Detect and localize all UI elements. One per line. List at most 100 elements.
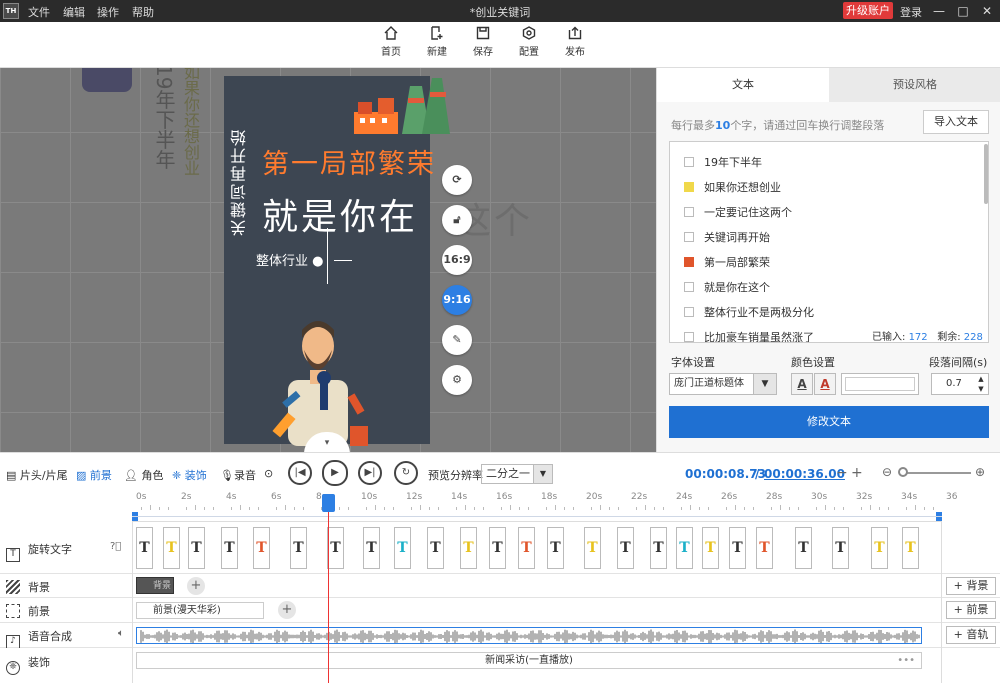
- rotate-text-clip[interactable]: T: [188, 527, 205, 569]
- upgrade-button[interactable]: 升级账户: [843, 2, 893, 19]
- rotate-text-clip[interactable]: T: [253, 527, 270, 569]
- decoration-clip[interactable]: 新闻采访(一直播放) •••: [136, 652, 922, 669]
- line-checkbox[interactable]: [684, 307, 694, 317]
- rotate-text-clip[interactable]: T: [221, 527, 238, 569]
- duration-plus-icon[interactable]: +: [851, 465, 863, 481]
- ratio-16-9-button[interactable]: 16:9: [442, 245, 472, 275]
- rotate-text-clip[interactable]: T: [518, 527, 535, 569]
- record-button[interactable]: 🎙︎录音: [220, 467, 256, 483]
- line-checkbox[interactable]: [684, 257, 694, 267]
- rotate-text-clip[interactable]: T: [547, 527, 564, 569]
- text-line-item[interactable]: 19年下半年: [684, 154, 762, 174]
- character-button[interactable]: 👤︎ 角色: [124, 467, 163, 483]
- rotate-text-clip[interactable]: T: [489, 527, 506, 569]
- rotate-text-clip[interactable]: T: [702, 527, 719, 569]
- playhead-handle[interactable]: [322, 494, 335, 512]
- config-button[interactable]: 配置: [509, 26, 549, 58]
- login-link[interactable]: 登录: [900, 4, 922, 20]
- text-line-item[interactable]: 第一局部繁荣: [684, 254, 770, 274]
- add-foreground-button[interactable]: + 前景: [946, 601, 996, 619]
- rotate-text-clip[interactable]: T: [327, 527, 344, 569]
- tab-text[interactable]: 文本: [657, 68, 829, 102]
- rotate-text-clip[interactable]: T: [832, 527, 849, 569]
- rotate-text-clip[interactable]: T: [163, 527, 180, 569]
- rotate-text-clip[interactable]: T: [363, 527, 380, 569]
- replay-button[interactable]: ↻: [394, 461, 418, 485]
- prev-button[interactable]: |◀: [288, 461, 312, 485]
- add-audio-button[interactable]: + 音轨: [946, 626, 996, 644]
- rotate-text-clip[interactable]: T: [650, 527, 667, 569]
- rotate-text-clip[interactable]: T: [584, 527, 601, 569]
- rotate-text-clip[interactable]: T: [902, 527, 919, 569]
- rotate-text-clip[interactable]: T: [729, 527, 746, 569]
- help-icon[interactable]: ?⃝: [110, 541, 121, 552]
- stroke-color-icon[interactable]: A: [814, 373, 836, 395]
- add-background-button[interactable]: + 背景: [946, 577, 996, 595]
- rotate-text-clip[interactable]: T: [394, 527, 411, 569]
- list-scrollbar[interactable]: [984, 144, 988, 204]
- line-checkbox[interactable]: [684, 182, 694, 192]
- add-foreground-clip-icon[interactable]: +: [278, 601, 296, 619]
- play-button[interactable]: ▶: [322, 460, 348, 486]
- rotate-text-clip[interactable]: T: [290, 527, 307, 569]
- edit-button[interactable]: ✎: [442, 325, 472, 355]
- rotate-text-clip[interactable]: T: [795, 527, 812, 569]
- text-line-item[interactable]: 一定要记住这两个: [684, 204, 792, 224]
- rotate-text-clip[interactable]: T: [136, 527, 153, 569]
- text-color-icon[interactable]: A: [791, 373, 813, 395]
- decoration-button[interactable]: ❈ 装饰: [172, 467, 207, 483]
- head-tail-button[interactable]: ▤ 片头/片尾: [6, 467, 68, 483]
- preview-canvas[interactable]: 19年下半年 如果你还想创业 关键词再开始 第一局部繁荣 就是你在 这个 整体行…: [0, 68, 656, 452]
- text-line-item[interactable]: 就是你在这个: [684, 279, 770, 299]
- close-icon[interactable]: ✕: [978, 2, 996, 20]
- text-line-item[interactable]: 关键词再开始: [684, 229, 770, 249]
- zoom-in-icon[interactable]: ⊕: [975, 465, 985, 479]
- text-line-item[interactable]: 如果你还想创业: [684, 179, 781, 199]
- spacing-stepper-icon[interactable]: ▲ ▼: [975, 374, 987, 394]
- foreground-button[interactable]: ▨ 前景: [76, 467, 112, 483]
- rotate-text-clip[interactable]: T: [756, 527, 773, 569]
- next-button[interactable]: ▶|: [358, 461, 382, 485]
- foreground-clip[interactable]: 前景(漫天华彩): [136, 602, 264, 619]
- rotate-text-clip[interactable]: T: [427, 527, 444, 569]
- add-background-clip-icon[interactable]: +: [187, 577, 205, 595]
- modify-text-button[interactable]: 修改文本: [669, 406, 989, 438]
- zoom-slider-track[interactable]: [905, 472, 971, 474]
- save-button[interactable]: 保存: [463, 26, 503, 58]
- line-checkbox[interactable]: [684, 157, 694, 167]
- duration-minus-icon[interactable]: −: [836, 465, 848, 481]
- home-button[interactable]: 首页: [371, 26, 411, 58]
- timeline-ruler[interactable]: 0s2s4s6s8s10s12s14s16s18s20s22s24s26s28s…: [132, 492, 957, 522]
- volume-icon[interactable]: 🔈︎: [118, 628, 124, 639]
- background-clip[interactable]: 背景: [136, 577, 174, 594]
- resolution-dropdown-icon[interactable]: ▼: [533, 465, 552, 483]
- rotate-text-clip[interactable]: T: [460, 527, 477, 569]
- rotate-text-clip[interactable]: T: [617, 527, 634, 569]
- line-checkbox[interactable]: [684, 332, 694, 342]
- playhead-line[interactable]: [328, 494, 329, 683]
- voice-waveform-clip[interactable]: [136, 627, 922, 644]
- tab-preset-style[interactable]: 预设风格: [829, 68, 1000, 102]
- line-checkbox[interactable]: [684, 232, 694, 242]
- publish-button[interactable]: 发布: [555, 26, 595, 58]
- settings-button[interactable]: ⚙: [442, 365, 472, 395]
- text-line-item[interactable]: 比加豪车销量虽然涨了: [684, 329, 814, 342]
- new-button[interactable]: 新建: [417, 26, 457, 58]
- zoom-out-icon[interactable]: ⊖: [882, 465, 892, 479]
- font-dropdown-icon[interactable]: ▼: [753, 374, 776, 394]
- text-line-item[interactable]: 整体行业不是两极分化: [684, 304, 814, 324]
- maximize-icon[interactable]: □: [954, 2, 972, 20]
- ratio-9-16-button[interactable]: 9:16: [442, 285, 472, 315]
- line-checkbox[interactable]: [684, 282, 694, 292]
- rotate-button[interactable]: ⟳: [442, 165, 472, 195]
- import-text-button[interactable]: 导入文本: [923, 110, 989, 134]
- rotate-text-clip[interactable]: T: [871, 527, 888, 569]
- more-icon[interactable]: ⊙: [264, 467, 273, 480]
- lock-button[interactable]: 🔓︎: [442, 205, 472, 235]
- character-figure-offscreen[interactable]: [82, 68, 132, 92]
- line-checkbox[interactable]: [684, 207, 694, 217]
- rotate-text-clip[interactable]: T: [676, 527, 693, 569]
- zoom-slider-knob[interactable]: [898, 467, 908, 477]
- text-lines-list[interactable]: 19年下半年 如果你还想创业 一定要记住这两个 关键词再开始 第一局部繁荣 就是你在这个整…: [669, 141, 989, 343]
- minimize-icon[interactable]: —: [930, 2, 948, 20]
